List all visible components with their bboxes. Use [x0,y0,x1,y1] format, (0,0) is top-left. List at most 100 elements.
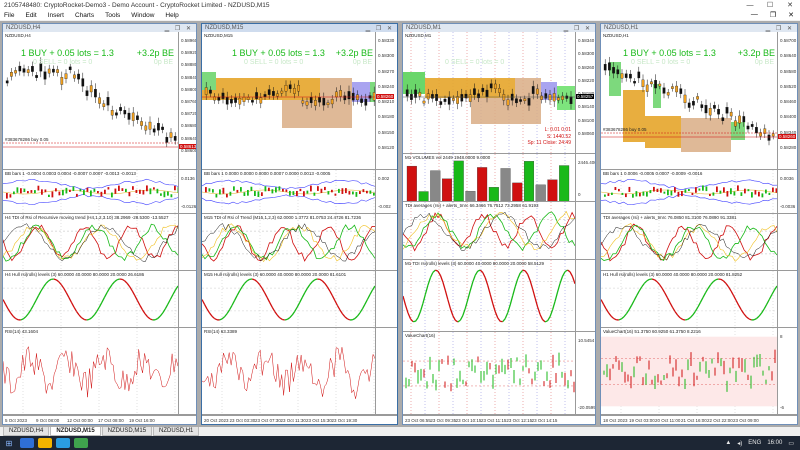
network-icon[interactable]: ▲ [725,440,731,446]
time-label: 23 Oct 11:15 [481,418,507,423]
file-explorer-icon[interactable] [38,438,52,448]
mdi-close-button[interactable]: ✕ [788,11,794,19]
tab-nzdusd-m15-b[interactable]: NZDUSD,M15 [101,427,153,436]
indicator-pane[interactable]: 0.0136 -0.0126 BB bars 1 -0.0004 0.0003 0.… [3,170,196,214]
chart-window-m1[interactable]: NZDUSD,M1 ▁ ❐ ✕ 0.58340 0.58300 0.58260 0.5… [402,23,596,425]
menu-file[interactable]: File [4,12,14,19]
chart-plot-area[interactable]: 0.583400.583000.582600.582200.581800.581… [403,32,595,424]
chart-window-m15[interactable]: NZDUSD,M15 ▁ ❐ ✕ 0.58330 0.58300 0.58270 0.… [201,23,398,425]
volume-icon[interactable]: ◂) [737,440,742,447]
indicator-pane[interactable]: M15 Hull rsi(rolls) levels (3) 60.0000 4… [202,271,397,328]
chart-titlebar[interactable]: NZDUSD,M15 ▁ ❐ ✕ [202,24,397,32]
price-scale[interactable] [575,202,595,259]
tab-nzdusd-m15[interactable]: NZDUSD,M15 [50,427,101,436]
price-scale[interactable]: 0.58960 0.58920 0.58880 0.58840 0.58800 0.587… [178,32,196,169]
indicator-pane[interactable]: 10.5454 -20.0599 ValueChart(16) [403,332,595,415]
indicator-pane[interactable]: H4 Hull rsi(rolls) levels (3) 60.0000 40… [3,271,196,328]
edge-browser-icon[interactable] [56,438,70,448]
price-scale[interactable] [178,271,196,327]
chart-plot-area[interactable]: 0.58960 0.58920 0.58880 0.58840 0.58800 0.587… [3,32,196,424]
price-scale[interactable]: 0.58330 0.58300 0.58270 0.58240 0.58210 0.581… [375,32,397,169]
chart-window-buttons[interactable]: ▁ ❐ ✕ [766,25,794,32]
tab-nzdusd-h1[interactable]: NZDUSD,H1 [153,427,200,436]
price-scale[interactable] [375,214,397,270]
menu-tools[interactable]: Tools [105,12,120,19]
price-scale[interactable]: 0.58700 0.58640 0.58580 0.58520 0.58460 0.584… [777,32,797,169]
mdi-minimize-button[interactable]: — [751,11,758,19]
price-scale[interactable]: 8 -6 [777,328,797,414]
price-scale[interactable]: 0.583400.583000.582600.582200.581800.581… [575,32,595,153]
tab-nzdusd-h4[interactable]: NZDUSD,H4 [3,427,50,436]
indicator-pane[interactable]: 0.002 -0.002 BB bars 1 0.0000 0.0000 0.000… [202,170,397,214]
time-axis[interactable]: 20 Oct 2023 23 Oct 03:30 23 Oct 07:30 23 Oc… [202,415,397,424]
chart-titlebar[interactable]: NZDUSD,H1 ▁ ❐ ✕ [601,24,797,32]
minimize-button[interactable]: — [740,2,760,9]
main-price-pane[interactable]: 0.58960 0.58920 0.58880 0.58840 0.58800 0.587… [3,32,196,170]
chart-titlebar[interactable]: NZDUSD,H4 ▁ ❐ ✕ [3,24,196,32]
time-label: 23 Oct 09:00 [733,418,759,423]
time-axis[interactable]: 18 Oct 2023 19 Oct 03:00 20 Oct 11:00 21 Oc… [601,415,797,424]
chart-window-buttons[interactable]: ▁ ❐ ✕ [564,25,592,32]
indicator-pane[interactable]: M15 TDI of Rsi of Trend (M15,1,2,3) 62.0… [202,214,397,271]
metatrader-icon[interactable] [74,438,88,448]
indicator-pane[interactable]: 2446.4000 0 M1 VOLUMES vol 2449 1948.0000 … [403,154,595,202]
indicator-label: M1 VOLUMES vol 2449 1948.0000 9.0000 [405,155,491,160]
indicator-pane[interactable]: M1 TDI rsi(rolls) levels (3) 60.0000 40.… [403,260,595,332]
chart-titlebar[interactable]: NZDUSD,M1 ▁ ❐ ✕ [403,24,595,32]
price-tick-label: 0.58640 [780,53,797,59]
clock-time[interactable]: 16:00 [767,440,782,446]
main-price-pane[interactable]: 0.583400.583000.582600.582200.581800.581… [403,32,595,154]
main-price-pane[interactable]: 0.58330 0.58300 0.58270 0.58240 0.58210 0.581… [202,32,397,170]
price-scale[interactable]: 0.0036 -0.0036 [777,170,797,213]
close-button[interactable]: ✕ [780,1,800,9]
indicator-label: TDI averages (rsi) + alerts_tmrc 76.0850… [603,215,737,220]
indicator-chart [601,271,777,327]
menu-window[interactable]: Window [131,12,154,19]
main-price-pane[interactable]: 0.58700 0.58640 0.58580 0.58520 0.58460 0.584… [601,32,797,170]
price-scale[interactable] [375,328,397,414]
chart-plot-area[interactable]: 0.58330 0.58300 0.58270 0.58240 0.58210 0.581… [202,32,397,424]
chart-window-h4[interactable]: NZDUSD,H4 ▁ ❐ ✕ 0.58960 0.58920 0.58880 0.5… [2,23,197,425]
price-scale[interactable]: 2446.4000 0 [575,154,595,201]
indicator-pane[interactable]: 0.0036 -0.0036 BB bars 1 0.0006 -0.0005 0.… [601,170,797,214]
indicator-label: RSI(14) 43.1604 [5,329,39,334]
price-scale[interactable] [375,271,397,327]
chart-window-buttons[interactable]: ▁ ❐ ✕ [366,25,394,32]
price-scale[interactable] [777,214,797,270]
price-scale[interactable]: 10.5454 -20.0599 [575,332,595,414]
notification-icon[interactable]: ▭ [788,440,794,447]
language-indicator[interactable]: ENG [748,440,761,446]
indicator-pane[interactable]: TDI averages (rsi) + alerts_tmrc 66.3466… [403,202,595,260]
chart-window-buttons[interactable]: ▁ ❐ ✕ [165,25,193,32]
time-axis[interactable]: 5 Oct 2023 9 Oct 08:00 12 Oct 00:00 17 Oct … [3,415,196,424]
time-label: 23 Oct 11:30 [280,418,306,423]
indicator-pane[interactable]: RSI(14) 43.1604 [3,328,196,415]
price-scale[interactable]: 0.0136 -0.0126 [178,170,196,213]
chart-workspace: NZDUSD,H4 ▁ ❐ ✕ 0.58960 0.58920 0.58880 0.5… [0,21,800,426]
menu-edit[interactable]: Edit [25,12,36,19]
price-scale[interactable] [575,260,595,331]
symbol-label: NZDUSD,H4 [5,33,31,38]
indicator-pane[interactable]: 8 -6 ValueChart(16) 51.3750 60.9250 61.375… [601,328,797,415]
price-scale[interactable]: 0.002 -0.002 [375,170,397,213]
price-scale[interactable] [178,328,196,414]
menu-insert[interactable]: Insert [48,12,64,19]
menu-charts[interactable]: Charts [75,12,94,19]
time-axis[interactable]: 23 Oct 06:55 23 Oct 09:35 23 Oct 10:15 23 O… [403,415,595,424]
indicator-pane[interactable]: H1 Hull rsi(rolls) levels (3) 60.0000 40… [601,271,797,328]
chart-plot-area[interactable]: 0.58700 0.58640 0.58580 0.58520 0.58460 0.584… [601,32,797,424]
maximize-button[interactable]: ☐ [760,1,780,9]
indicator-pane[interactable]: TDI averages (rsi) + alerts_tmrc 76.0850… [601,214,797,271]
indicator-label: BB bars 1 0.0000 0.0000 0.0000 0.0007 0.… [204,171,331,176]
search-icon[interactable] [20,438,34,448]
indicator-scale-label: -0.002 [378,204,391,209]
indicator-pane[interactable]: H4 TDI of Rsi of Recursive moving trend … [3,214,196,271]
mdi-restore-button[interactable]: ❐ [770,11,776,19]
price-scale[interactable] [777,271,797,327]
windows-start-icon[interactable]: ⊞ [0,436,18,450]
menu-help[interactable]: Help [165,12,178,19]
indicator-pane[interactable]: RSI(14) 63.3389 [202,328,397,415]
indicator-scale-label: 0.0036 [780,176,794,181]
chart-window-h1[interactable]: NZDUSD,H1 ▁ ❐ ✕ 0.58700 0.58640 0.58580 0.5… [600,23,798,425]
price-scale[interactable] [178,214,196,270]
